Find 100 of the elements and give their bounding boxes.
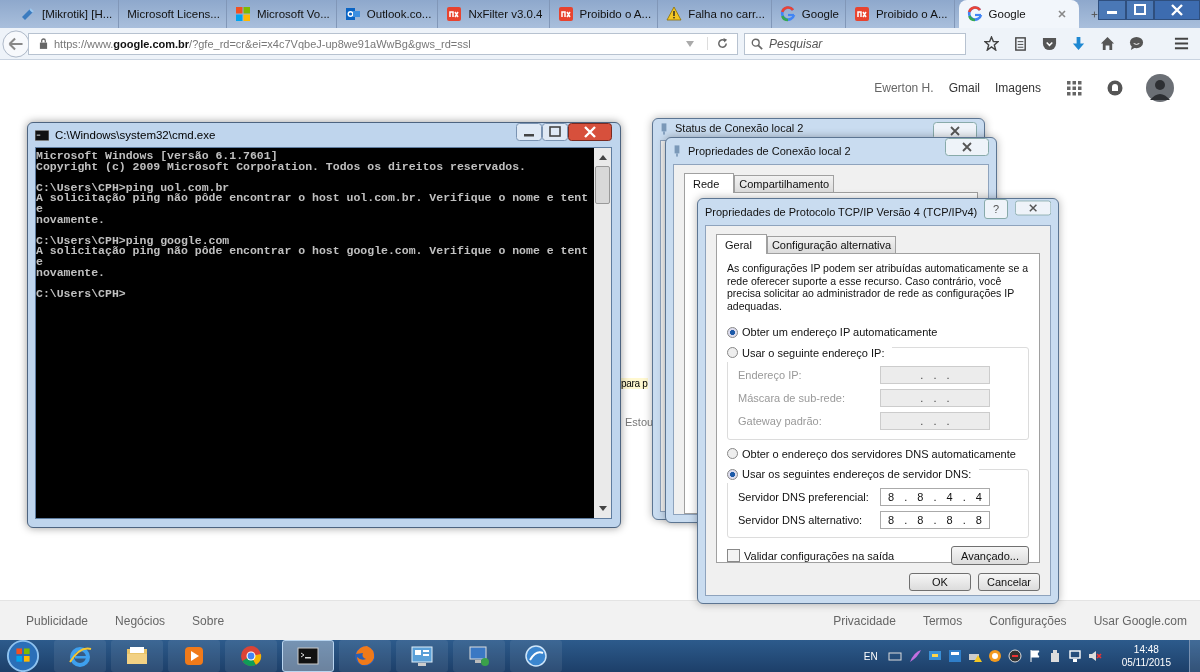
footer-link[interactable]: Privacidade (833, 613, 896, 628)
scroll-thumb[interactable] (595, 166, 610, 204)
apps-grid-icon[interactable] (1066, 80, 1082, 96)
user-name[interactable]: Ewerton H. (874, 81, 934, 95)
window-title: Propriedades de Conexão local 2 (688, 145, 851, 157)
control-panel-icon (410, 644, 434, 668)
minimize-icon[interactable] (516, 123, 542, 141)
muted-speaker-icon[interactable] (1087, 649, 1102, 663)
tab[interactable]: Compartilhamento (734, 175, 835, 192)
app-square-icon (557, 6, 574, 22)
radio-button[interactable] (727, 468, 738, 480)
minimize-icon[interactable] (1098, 0, 1126, 20)
close-icon[interactable] (945, 138, 989, 156)
mail-icon (344, 6, 361, 22)
back-icon[interactable] (2, 29, 30, 58)
close-icon[interactable] (1154, 0, 1200, 20)
field-label: Endereço IP: (738, 369, 802, 381)
radio-button[interactable] (727, 326, 738, 338)
flag-icon[interactable] (1027, 649, 1042, 663)
console-line: novamente. (36, 214, 106, 226)
tab-title: Proibido o A... (875, 8, 948, 20)
tab-title: Microsoft Vo... (256, 8, 330, 20)
radio-button[interactable] (727, 448, 738, 459)
feather-icon[interactable] (907, 649, 922, 663)
url-text: https://www.google.com.br/?gfe_rd=cr&ei=x4c7VqbeJ-up8we91aWwBg&gws_rd=ssl (54, 37, 472, 50)
menu-icon[interactable] (1174, 36, 1189, 51)
ring-icon (966, 6, 983, 22)
field-label: Servidor DNS alternativo: (738, 513, 863, 526)
header-link[interactable]: Imagens (994, 81, 1041, 95)
footer-link[interactable]: Negócios (115, 613, 166, 628)
ring-icon (779, 6, 796, 22)
shield-icon[interactable] (1007, 649, 1022, 663)
address-bar[interactable]: https://www.google.com.br/?gfe_rd=cr&ei=x4c7VqbeJ-up8we91aWwBg&gws_rd=ssl (28, 32, 738, 55)
cancel-button[interactable]: Cancelar (978, 573, 1040, 591)
fox-globe-icon (353, 644, 377, 668)
network-icon[interactable] (1067, 649, 1082, 663)
monitor-icon[interactable] (927, 649, 942, 663)
hint-text: para p (621, 378, 648, 389)
download-icon[interactable] (1071, 36, 1086, 51)
clock-date: 05/11/2015 (1121, 656, 1171, 669)
tab[interactable]: Geral (716, 234, 767, 254)
taskbar-button[interactable] (396, 640, 448, 672)
checkbox[interactable] (727, 549, 740, 562)
window-title: C:\Windows\system32\cmd.exe (55, 129, 216, 141)
console-line: C:\Users\CPH> (36, 288, 127, 300)
footer-link[interactable]: Sobre (192, 613, 225, 628)
taskbar-button[interactable] (282, 640, 334, 672)
scrollbar[interactable] (594, 148, 611, 518)
console-line: Copyright (c) 2009 Microsoft Corporation. Todos os direitos reservados. (36, 161, 527, 173)
network-computer-icon (467, 644, 491, 668)
taskbar-button[interactable] (510, 640, 562, 672)
tab-title: Outlook.co... (366, 8, 432, 20)
help-button[interactable]: ? (984, 199, 1008, 219)
window-title: Status de Conexão local 2 (675, 122, 804, 134)
field-label: Máscara de sub-rede: (738, 392, 845, 404)
lock-icon (39, 38, 48, 49)
language-indicator[interactable]: EN (863, 650, 878, 662)
header-link[interactable]: Gmail (948, 81, 980, 95)
keyboard-icon[interactable] (887, 649, 902, 663)
taskbar-button[interactable] (111, 640, 163, 672)
terminal-icon (296, 644, 320, 668)
field-label: Servidor DNS preferencial: (738, 490, 869, 503)
footer-link[interactable]: Publicidade (26, 613, 89, 628)
app-square-icon (853, 6, 870, 22)
search-field[interactable]: Pesquisar (744, 32, 966, 55)
network-adapter-icon (660, 122, 668, 136)
browser-e-icon (68, 644, 92, 668)
chat-icon[interactable] (1129, 36, 1144, 51)
panel-icon[interactable] (947, 649, 962, 663)
pocket-icon[interactable] (1042, 36, 1057, 51)
avatar[interactable] (1146, 74, 1174, 102)
home-icon[interactable] (1100, 36, 1115, 51)
taskbar-button[interactable] (168, 640, 220, 672)
lucky-button[interactable]: Estou (625, 416, 654, 428)
ok-button[interactable]: OK (909, 573, 971, 591)
start-button[interactable] (6, 639, 40, 672)
ip-address-field[interactable]: 8 . 8 . 8 . 8 (880, 510, 990, 529)
footer-link[interactable]: Configurações (989, 613, 1067, 628)
browser-tab[interactable]: Google (958, 0, 1080, 28)
footer-link[interactable]: Usar Google.com (1093, 613, 1187, 628)
tab-title: Google (988, 8, 1027, 20)
ring-icon[interactable] (987, 649, 1002, 663)
console-line: novamente. (36, 267, 106, 279)
star-icon[interactable] (984, 36, 999, 51)
console-line: C:\Users\CPH>ping uol.com.br (36, 182, 231, 194)
footer-link[interactable]: Termos (922, 613, 963, 628)
radio-button[interactable] (727, 347, 738, 358)
tab-title: NxFilter v3.0.4 (468, 8, 543, 20)
close-icon[interactable] (568, 123, 612, 141)
tab[interactable]: Configuração alternativa (766, 236, 897, 253)
clipboard-icon[interactable] (1013, 36, 1028, 51)
radio-label: Usar os seguintes endereços de servidor DNS: (742, 468, 972, 480)
console-line: e (36, 256, 44, 268)
maximize-icon[interactable] (542, 123, 568, 141)
tab[interactable]: Rede (684, 173, 735, 193)
clock[interactable]: 14:48 05/11/2015 (1121, 643, 1171, 669)
ip-address-field[interactable]: 8 . 8 . 4 . 4 (880, 487, 990, 506)
maximize-icon[interactable] (1126, 0, 1154, 20)
advanced-button[interactable]: Avançado... (951, 546, 1029, 565)
radio-label: Obter o endereço dos servidores DNS automaticamente (742, 447, 1016, 460)
